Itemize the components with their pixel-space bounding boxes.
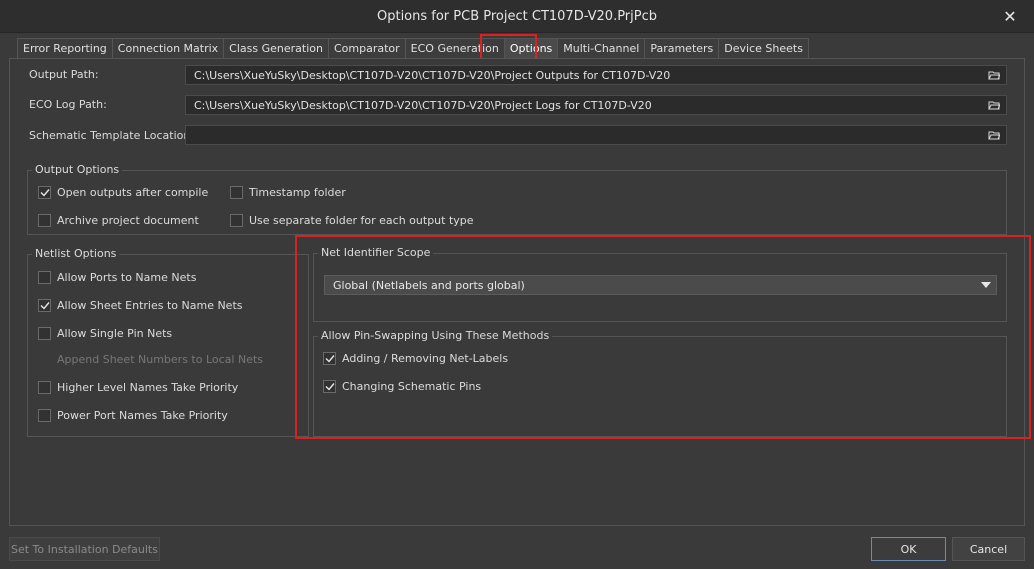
separate-folder-label: Use separate folder for each output type [249, 214, 474, 227]
netlist-item[interactable]: Higher Level Names Take Priority [38, 381, 238, 394]
timestamp-checkbox[interactable] [230, 186, 243, 199]
tab-multi-channel[interactable]: Multi-Channel [557, 38, 646, 58]
timestamp-option[interactable]: Timestamp folder [230, 186, 346, 199]
folder-open-icon[interactable] [988, 129, 1000, 141]
output-path-value: C:\Users\XueYuSky\Desktop\CT107D-V20\CT1… [194, 68, 671, 82]
open-outputs-label: Open outputs after compile [57, 186, 209, 199]
netlist-item[interactable]: Power Port Names Take Priority [38, 409, 228, 422]
changing-pins-option[interactable]: Changing Schematic Pins [323, 380, 481, 393]
archive-label: Archive project document [57, 214, 199, 227]
tab-eco-generation[interactable]: ECO Generation [404, 38, 505, 58]
adding-net-labels-option[interactable]: Adding / Removing Net-Labels [323, 352, 508, 365]
set-defaults-button[interactable]: Set To Installation Defaults [9, 537, 160, 561]
separate-folder-option[interactable]: Use separate folder for each output type [230, 214, 474, 227]
schematic-template-field[interactable] [185, 125, 1007, 145]
tab-error-reporting[interactable]: Error Reporting [17, 38, 113, 58]
output-options-title: Output Options [32, 163, 123, 176]
output-path-label: Output Path: [29, 68, 99, 81]
power-port-names-checkbox[interactable] [38, 409, 51, 422]
tab-parameters[interactable]: Parameters [644, 38, 720, 58]
netlist-item-label: Allow Sheet Entries to Name Nets [57, 299, 243, 312]
tab-strip: Error Reporting Connection Matrix Class … [17, 38, 809, 58]
folder-open-icon[interactable] [988, 69, 1000, 81]
ok-button[interactable]: OK [871, 537, 946, 561]
close-icon[interactable]: ✕ [1000, 6, 1020, 26]
netlist-item[interactable]: Allow Sheet Entries to Name Nets [38, 299, 243, 312]
single-pin-nets-checkbox[interactable] [38, 327, 51, 340]
eco-log-path-label: ECO Log Path: [29, 98, 107, 111]
folder-open-icon[interactable] [988, 99, 1000, 111]
eco-log-path-field[interactable]: C:\Users\XueYuSky\Desktop\CT107D-V20\CT1… [185, 95, 1007, 115]
net-identifier-value: Global (Netlabels and ports global) [333, 278, 525, 292]
open-outputs-option[interactable]: Open outputs after compile [38, 186, 208, 199]
netlist-item-label: Higher Level Names Take Priority [57, 381, 239, 394]
tab-options[interactable]: Options [503, 38, 559, 58]
net-identifier-title: Net Identifier Scope [318, 246, 434, 259]
changing-pins-label: Changing Schematic Pins [342, 380, 482, 393]
archive-checkbox[interactable] [38, 214, 51, 227]
pin-swap-title: Allow Pin-Swapping Using These Methods [318, 329, 553, 342]
eco-log-path-value: C:\Users\XueYuSky\Desktop\CT107D-V20\CT1… [194, 98, 652, 112]
ports-name-nets-checkbox[interactable] [38, 271, 51, 284]
tab-comparator[interactable]: Comparator [327, 38, 406, 58]
schematic-template-label: Schematic Template Location: [29, 129, 195, 142]
adding-net-labels-label: Adding / Removing Net-Labels [342, 352, 509, 365]
open-outputs-checkbox[interactable] [38, 186, 51, 199]
window-title: Options for PCB Project CT107D-V20.PrjPc… [376, 8, 658, 24]
timestamp-label: Timestamp folder [249, 186, 346, 199]
changing-pins-checkbox[interactable] [323, 380, 336, 393]
title-bar: Options for PCB Project CT107D-V20.PrjPc… [0, 0, 1034, 33]
tab-connection-matrix[interactable]: Connection Matrix [111, 38, 225, 58]
sheet-entries-checkbox[interactable] [38, 299, 51, 312]
netlist-item-label: Allow Ports to Name Nets [57, 271, 197, 284]
netlist-item-label: Power Port Names Take Priority [57, 409, 228, 422]
netlist-item: Append Sheet Numbers to Local Nets [38, 353, 263, 366]
tab-class-generation[interactable]: Class Generation [223, 38, 329, 58]
tab-device-sheets[interactable]: Device Sheets [718, 38, 809, 58]
higher-level-names-checkbox[interactable] [38, 381, 51, 394]
output-path-field[interactable]: C:\Users\XueYuSky\Desktop\CT107D-V20\CT1… [185, 65, 1007, 85]
netlist-options-title: Netlist Options [32, 247, 120, 260]
chevron-down-icon[interactable] [981, 282, 991, 288]
adding-net-labels-checkbox[interactable] [323, 352, 336, 365]
archive-option[interactable]: Archive project document [38, 214, 199, 227]
netlist-item[interactable]: Allow Ports to Name Nets [38, 271, 196, 284]
netlist-item[interactable]: Allow Single Pin Nets [38, 327, 172, 340]
netlist-item-label: Allow Single Pin Nets [57, 327, 173, 340]
separate-folder-checkbox[interactable] [230, 214, 243, 227]
cancel-button[interactable]: Cancel [952, 537, 1025, 561]
net-identifier-select[interactable]: Global (Netlabels and ports global) [324, 275, 997, 295]
netlist-item-label: Append Sheet Numbers to Local Nets [57, 353, 264, 366]
